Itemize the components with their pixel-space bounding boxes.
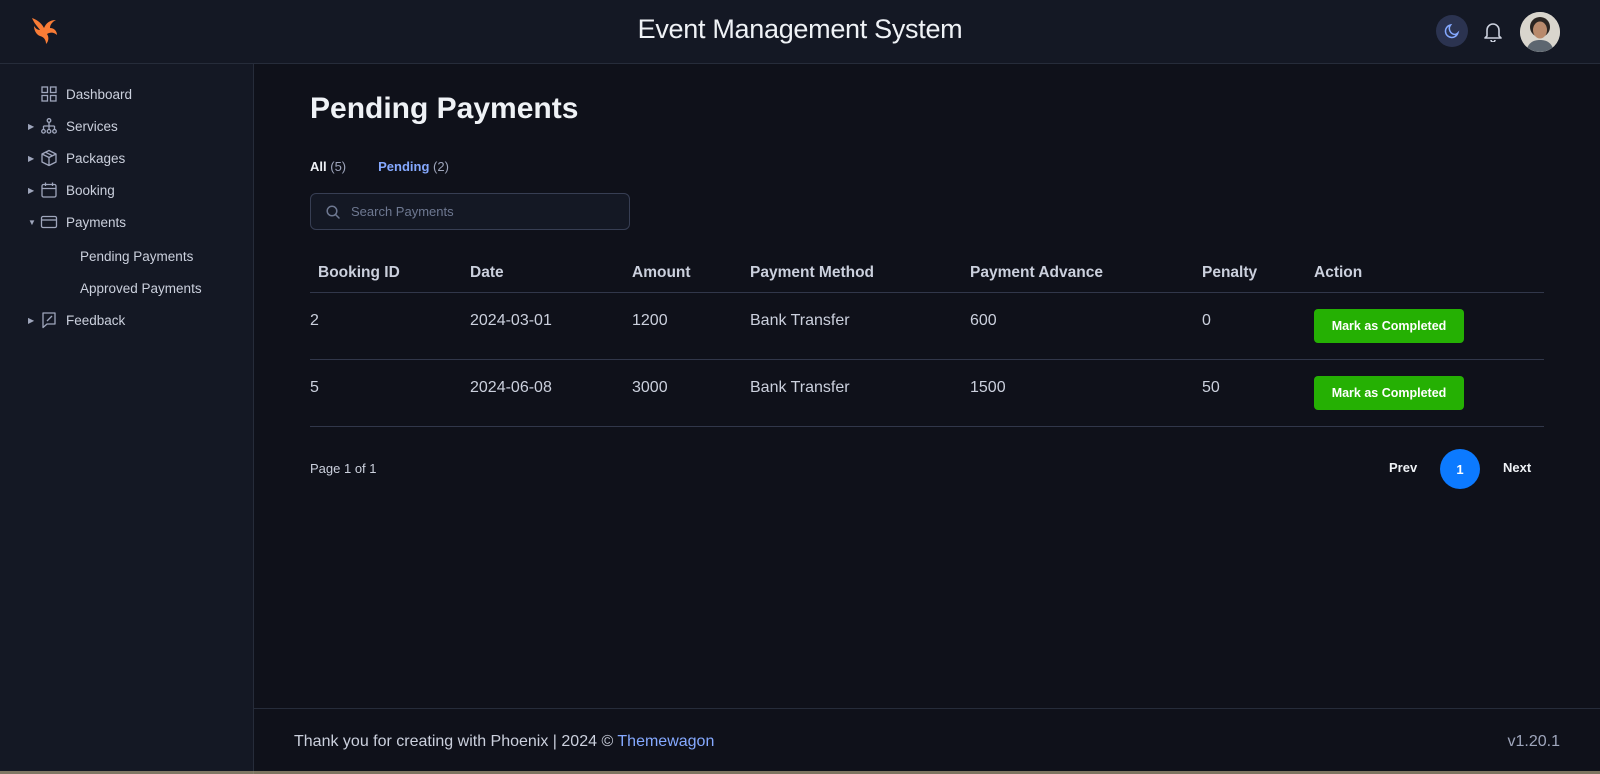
cell-date: 2024-03-01 [470, 292, 632, 360]
sidebar-item-payments[interactable]: ▼ Payments [0, 209, 254, 235]
next-page-button[interactable]: Next [1503, 460, 1531, 475]
credit-card-icon [40, 215, 58, 229]
tab-count: (5) [330, 159, 347, 174]
cell-booking-id: 5 [310, 359, 470, 427]
column-header-penalty[interactable]: Penalty [1202, 254, 1314, 293]
sidebar: Dashboard ▶ Services ▶ Packages ▶ Bookin… [0, 64, 254, 774]
sidebar-item-label: Services [66, 118, 118, 134]
filter-tabs: All (5) Pending (2) [310, 159, 481, 174]
sidebar-item-feedback[interactable]: ▶ Feedback [0, 307, 254, 333]
column-header-action: Action [1314, 254, 1544, 293]
payments-table: Booking ID Date Amount Payment Method Pa… [310, 254, 1544, 427]
search-box [310, 193, 630, 230]
footer-text: Thank you for creating with Phoenix | 20… [294, 733, 714, 751]
cell-amount: 3000 [632, 359, 750, 427]
pagination-info: Page 1 of 1 [310, 461, 377, 476]
table-row: 5 2024-06-08 3000 Bank Transfer 1500 50 … [310, 359, 1544, 427]
sidebar-item-label: Payments [66, 214, 127, 230]
caret-right-icon: ▶ [28, 185, 35, 195]
tab-label: All [310, 159, 327, 174]
cell-payment-method: Bank Transfer [750, 292, 970, 360]
search-icon [326, 204, 340, 219]
cell-booking-id: 2 [310, 292, 470, 360]
tab-label: Pending [378, 159, 430, 174]
user-avatar[interactable] [1520, 12, 1560, 52]
sidebar-item-label: Booking [66, 182, 115, 198]
feedback-icon [42, 312, 56, 329]
theme-toggle-button[interactable] [1436, 15, 1468, 47]
sidebar-item-label: Feedback [66, 312, 126, 328]
sidebar-subitem-pending-payments[interactable]: Pending Payments [80, 249, 193, 264]
footer-credit: Thank you for creating with Phoenix | 20… [294, 733, 618, 750]
bell-icon[interactable] [1482, 20, 1504, 42]
mark-as-completed-button[interactable]: Mark as Completed [1314, 308, 1464, 343]
footer: Thank you for creating with Phoenix | 20… [254, 708, 1600, 774]
sidebar-subitem-approved-payments[interactable]: Approved Payments [80, 281, 202, 296]
cell-payment-advance: 1500 [970, 359, 1202, 427]
cell-payment-method: Bank Transfer [750, 359, 970, 427]
top-navbar: Event Management System [0, 0, 1600, 64]
mark-as-completed-button[interactable]: Mark as Completed [1314, 375, 1464, 410]
sidebar-item-packages[interactable]: ▶ Packages [0, 145, 254, 171]
sidebar-item-label: Packages [66, 150, 126, 166]
cell-penalty: 50 [1202, 359, 1314, 427]
app-version: v1.20.1 [1507, 733, 1560, 750]
table-header-row: Booking ID Date Amount Payment Method Pa… [310, 254, 1544, 293]
sidebar-item-booking[interactable]: ▶ Booking [0, 177, 254, 203]
tab-pending[interactable]: Pending (2) [378, 159, 449, 174]
page-1-button[interactable]: 1 [1440, 449, 1480, 489]
tab-all[interactable]: All (5) [310, 159, 346, 174]
moon-icon [1444, 23, 1460, 39]
cell-date: 2024-06-08 [470, 359, 632, 427]
column-header-date[interactable]: Date [470, 254, 632, 293]
cell-action: Mark as Completed [1314, 292, 1544, 360]
column-header-payment-advance[interactable]: Payment Advance [970, 254, 1202, 293]
hierarchy-icon [41, 118, 57, 134]
caret-right-icon: ▶ [28, 121, 35, 131]
column-header-amount[interactable]: Amount [632, 254, 750, 293]
caret-down-icon: ▼ [28, 217, 36, 227]
sidebar-item-services[interactable]: ▶ Services [0, 113, 254, 139]
tab-count: (2) [433, 159, 449, 174]
column-header-payment-method[interactable]: Payment Method [750, 254, 970, 293]
search-input[interactable] [351, 204, 611, 219]
table-row: 2 2024-03-01 1200 Bank Transfer 600 0 Ma… [310, 292, 1544, 360]
themewagon-link[interactable]: Themewagon [617, 733, 714, 750]
sidebar-item-dashboard[interactable]: Dashboard [0, 81, 254, 107]
caret-right-icon: ▶ [28, 315, 35, 325]
calendar-icon [41, 182, 57, 198]
cell-payment-advance: 600 [970, 292, 1202, 360]
column-header-booking-id[interactable]: Booking ID [310, 254, 470, 293]
avatar-image [1520, 12, 1560, 52]
cell-amount: 1200 [632, 292, 750, 360]
prev-page-button[interactable]: Prev [1389, 460, 1417, 475]
app-title: Event Management System [637, 14, 963, 44]
cell-action: Mark as Completed [1314, 359, 1544, 427]
grid-icon [41, 86, 57, 102]
box-icon [41, 149, 57, 167]
caret-right-icon: ▶ [28, 153, 35, 163]
page-title: Pending Payments [310, 92, 579, 125]
sidebar-item-label: Dashboard [66, 86, 133, 102]
cell-penalty: 0 [1202, 292, 1314, 360]
